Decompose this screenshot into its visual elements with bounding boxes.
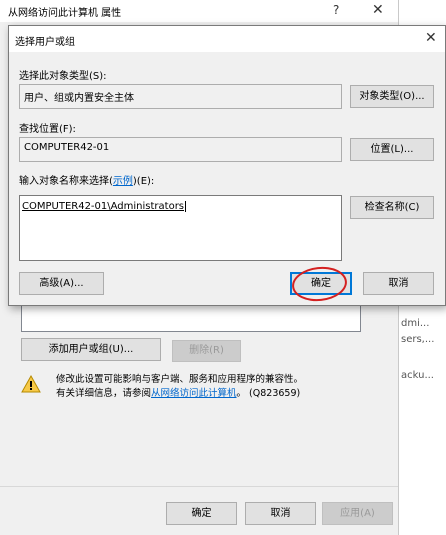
dialog-title: 选择用户或组 [15,37,75,48]
warning-line-2: 有关详细信息，请参阅从网络访问此计算机。 (Q823659) [56,387,356,401]
object-names-label-prefix: 输入对象名称来选择( [19,176,113,187]
policy-help-link[interactable]: 从网络访问此计算机 [151,388,237,399]
advanced-button[interactable]: 高级(A)... [19,272,104,295]
partial-text: dmi... [401,318,430,329]
close-icon[interactable]: ✕ [372,2,384,18]
divider [0,486,398,487]
help-icon[interactable]: ? [333,3,339,17]
object-names-input[interactable]: COMPUTER42-01\Administrators [19,195,342,261]
warning-line-1: 修改此设置可能影响与客户端、服务和应用程序的兼容性。 [56,374,304,385]
properties-titlebar: 从网络访问此计算机 属性 ? ✕ [0,0,398,22]
warning-line-2-prefix: 有关详细信息，请参阅 [56,388,152,399]
object-names-label-suffix: )(E): [132,176,155,187]
properties-cancel-button[interactable]: 取消 [245,502,316,525]
highlight-annotation [290,264,349,304]
remove-button: 删除(R) [172,340,241,362]
check-names-button[interactable]: 检查名称(C) [350,196,434,219]
add-user-or-group-button[interactable]: 添加用户或组(U)... [21,338,161,361]
user-group-list[interactable] [21,305,361,332]
select-users-dialog: 选择用户或组 ✕ 选择此对象类型(S): 用户、组或内置安全主体 对象类型(O)… [8,25,446,306]
properties-apply-button: 应用(A) [322,502,393,525]
location-label: 查找位置(F): [19,124,76,135]
close-icon[interactable]: ✕ [425,30,437,46]
object-names-value: COMPUTER42-01\Administrators [22,201,185,212]
partial-text: acku... [401,370,434,381]
properties-ok-button[interactable]: 确定 [166,502,237,525]
partial-text: sers,... [401,334,435,345]
text-cursor [185,201,187,212]
object-types-button[interactable]: 对象类型(O)... [350,85,434,108]
dialog-titlebar: 选择用户或组 ✕ [9,26,445,52]
object-types-field: 用户、组或内置安全主体 [19,84,342,109]
location-field: COMPUTER42-01 [19,137,342,162]
properties-title: 从网络访问此计算机 属性 [8,8,122,19]
dialog-cancel-button[interactable]: 取消 [363,272,434,295]
warning-line-2-suffix: 。 (Q823659) [236,388,301,399]
compatibility-warning: 修改此设置可能影响与客户端、服务和应用程序的兼容性。 有关详细信息，请参阅从网络… [56,373,356,401]
examples-link[interactable]: 示例 [113,176,133,187]
location-button[interactable]: 位置(L)... [350,138,434,161]
warning-icon [21,375,41,393]
object-names-label: 输入对象名称来选择(示例)(E): [19,172,154,187]
object-types-label: 选择此对象类型(S): [19,71,107,82]
